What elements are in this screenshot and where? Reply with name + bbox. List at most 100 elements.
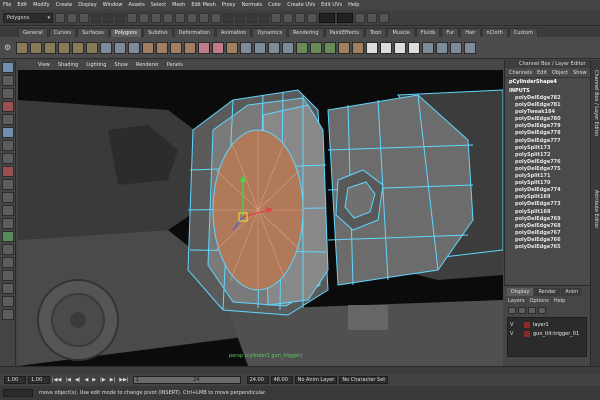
mask-surfaces-icon[interactable]	[163, 12, 173, 23]
snap-curve-icon[interactable]	[235, 12, 245, 23]
snap-grid-icon[interactable]	[223, 12, 233, 23]
boolean-union-icon[interactable]	[198, 41, 210, 54]
append-polygon-icon[interactable]	[268, 41, 280, 54]
mask-curves-icon[interactable]	[151, 12, 161, 23]
start-time-field[interactable]: 1.00	[4, 376, 26, 384]
play-backward-button[interactable]: ◀	[84, 377, 88, 383]
tab-subdivs[interactable]: Subdivs	[143, 28, 173, 37]
input-line-field[interactable]	[319, 12, 335, 23]
step-forward-key-button[interactable]: ▶|	[110, 377, 116, 383]
layout-custom-icon[interactable]	[2, 296, 14, 307]
poly-prism-icon[interactable]	[100, 41, 112, 54]
ipr-render-icon[interactable]	[295, 12, 305, 23]
tab-surfaces[interactable]: Surfaces	[77, 28, 109, 37]
input-node[interactable]: polyDelEdge775	[505, 166, 590, 173]
mask-deformations-icon[interactable]	[175, 12, 185, 23]
show-channel-box-icon[interactable]	[379, 12, 389, 23]
tab-general[interactable]: General	[18, 28, 48, 37]
attribute-editor-side-tab[interactable]: Attribute Editor	[593, 190, 599, 290]
max-time-field[interactable]: 48.00	[270, 376, 293, 384]
menu-normals[interactable]: Normals	[241, 2, 262, 8]
input-node[interactable]: polyDelEdge777	[505, 138, 590, 145]
input-node[interactable]: polyDelEdge779	[505, 123, 590, 130]
poly-plane-icon[interactable]	[72, 41, 84, 54]
mask-misc-icon[interactable]	[211, 12, 221, 23]
save-scene-icon[interactable]	[79, 12, 89, 23]
select-hierarchy-icon[interactable]	[91, 12, 101, 23]
insert-edge-loop-icon[interactable]	[310, 41, 322, 54]
menu-window[interactable]: Window	[103, 2, 123, 8]
lasso-tool-icon[interactable]	[2, 75, 14, 86]
layer-menu-layers[interactable]: Layers	[508, 298, 525, 304]
quick-select-field[interactable]	[337, 12, 353, 23]
tab-muscle[interactable]: Muscle	[387, 28, 415, 37]
history-icon[interactable]	[271, 12, 281, 23]
viewport-menu-renderer[interactable]: Renderer	[136, 62, 159, 68]
channel-menu-edit[interactable]: Edit	[537, 70, 547, 76]
rotate-tool-icon[interactable]	[2, 114, 14, 125]
viewport-menu-show[interactable]: Show	[114, 62, 128, 68]
layout-side-by-side-icon[interactable]	[2, 218, 14, 229]
render-frame-icon[interactable]	[283, 12, 293, 23]
last-tool-used-icon[interactable]	[2, 179, 14, 190]
spherical-mapping-icon[interactable]	[394, 41, 406, 54]
menu-edit[interactable]: Edit	[17, 2, 27, 8]
play-forward-button[interactable]: ▶	[92, 377, 96, 383]
mask-joints-icon[interactable]	[139, 12, 149, 23]
menu-assets[interactable]: Assets	[128, 2, 144, 8]
input-node[interactable]: polyDelEdge767	[505, 230, 590, 237]
select-object-icon[interactable]	[103, 12, 113, 23]
layout-four-pane-icon[interactable]	[2, 205, 14, 216]
fill-hole-icon[interactable]	[282, 41, 294, 54]
tab-fur[interactable]: Fur	[441, 28, 460, 37]
current-time-field[interactable]: 1.00	[28, 376, 50, 384]
soft-mod-tool-icon[interactable]	[2, 153, 14, 164]
poly-torus-icon[interactable]	[86, 41, 98, 54]
separate-icon[interactable]	[156, 41, 168, 54]
automatic-mapping-icon[interactable]	[408, 41, 420, 54]
paint-select-tool-icon[interactable]	[2, 88, 14, 99]
perspective-viewport[interactable]: persp (cylinder1 gun_trigger)	[18, 70, 503, 366]
layer-menu-options[interactable]: Options	[530, 298, 549, 304]
layer-row[interactable]: V layer1	[510, 320, 584, 329]
input-node[interactable]: polyDelEdge769	[505, 216, 590, 223]
input-node[interactable]: polyDelEdge774	[505, 187, 590, 194]
tab-polygons[interactable]: Polygons	[109, 28, 142, 37]
mel-command-field[interactable]	[3, 389, 33, 397]
poly-pyramid-icon[interactable]	[114, 41, 126, 54]
input-node[interactable]: polyDelEdge780	[505, 116, 590, 123]
tab-deformation[interactable]: Deformation	[173, 28, 215, 37]
layer-color-swatch[interactable]	[524, 321, 530, 328]
tab-curves[interactable]: Curves	[48, 28, 77, 37]
input-node[interactable]: polyDelEdge773	[505, 201, 590, 208]
combine-icon[interactable]	[142, 41, 154, 54]
split-polygon-icon[interactable]	[296, 41, 308, 54]
shelf-gear-icon[interactable]: ⚙	[4, 43, 14, 53]
menu-help[interactable]: Help	[348, 2, 359, 8]
layout-persp-outliner-icon[interactable]	[2, 244, 14, 255]
layout-script-editor-icon[interactable]	[2, 309, 14, 320]
input-node[interactable]: polyDelEdge768	[505, 223, 590, 230]
new-layer-from-selection-icon[interactable]	[538, 306, 546, 314]
input-node[interactable]: polyDelEdge781	[505, 102, 590, 109]
menu-proxy[interactable]: Proxy	[222, 2, 236, 8]
poly-sphere-icon[interactable]	[16, 41, 28, 54]
tab-dynamics[interactable]: Dynamics	[252, 28, 288, 37]
layout-single-pane-icon[interactable]	[2, 192, 14, 203]
snap-point-icon[interactable]	[247, 12, 257, 23]
menu-edit-mesh[interactable]: Edit Mesh	[191, 2, 215, 8]
menu-set-dropdown[interactable]: Polygons ▾	[3, 12, 53, 23]
tab-custom[interactable]: Custom	[508, 28, 538, 37]
layer-menu-help[interactable]: Help	[554, 298, 565, 304]
tab-ncloth[interactable]: nCloth	[481, 28, 508, 37]
render-settings-icon[interactable]	[307, 12, 317, 23]
tab-animation[interactable]: Animation	[215, 28, 252, 37]
mask-rendering-icon[interactable]	[199, 12, 209, 23]
mirror-geometry-icon[interactable]	[226, 41, 238, 54]
input-node[interactable]: polyDelEdge782	[505, 95, 590, 102]
menu-edit-uvs[interactable]: Edit UVs	[321, 2, 342, 8]
step-back-key-button[interactable]: |◀	[65, 377, 71, 383]
channel-menu-object[interactable]: Object	[552, 70, 568, 76]
extrude-icon[interactable]	[240, 41, 252, 54]
menu-mesh[interactable]: Mesh	[172, 2, 185, 8]
